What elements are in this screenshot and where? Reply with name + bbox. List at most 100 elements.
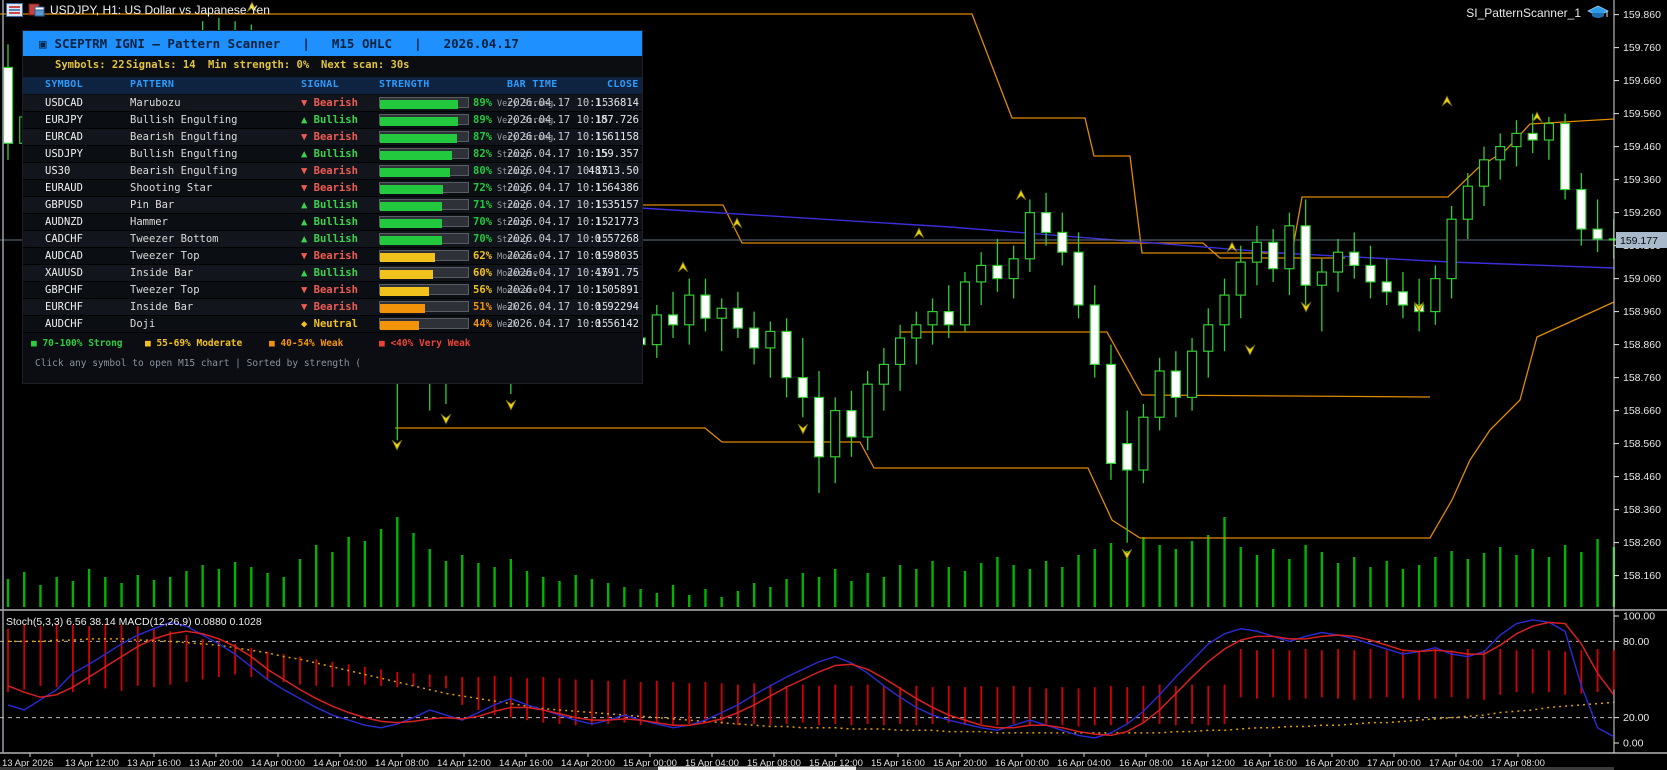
legend-item-0: ■ 70-100% Strong [31,338,123,349]
strength-bar [379,318,469,330]
cell-signal: ▲ Bullish [301,148,358,160]
cell-symbol[interactable]: EURAUD [45,182,83,194]
scanner-row-USDCAD[interactable]: USDCAD Marubozu ▼ Bearish 89% Very Strong 202… [23,95,642,112]
scanner-row-USDJPY[interactable]: USDJPY Bullish Engulfing ▲ Bullish 82% Stron… [23,146,642,163]
sub-axis-tick: 0.00 [1623,738,1644,750]
strength-bar [379,216,469,228]
cell-signal: ▼ Bearish [301,182,358,194]
legend-item-2: ■ 40-54% Weak [269,338,344,349]
cell-pattern: Bearish Engulfing [130,131,238,143]
cell-pattern: Hammer [130,216,168,228]
ohlc-list-icon[interactable] [6,3,23,17]
cell-close: 0.56142 [594,318,639,330]
cell-strength-pct: 70% [473,216,492,228]
pattern-scanner-panel[interactable]: ▣ SCEPTRM IGNI — Pattern Scanner | M15 O… [22,30,643,384]
sub-indicator-label: Stoch(5,3,3) 6.56 38.14 MACD(12,26,9) 0.… [6,616,262,628]
price-tick: 159.460 [1623,141,1661,153]
cell-symbol[interactable]: XAUUSD [45,267,83,279]
scanner-row-AUDNZD[interactable]: AUDNZD Hammer ▲ Bullish 70% Strong 2026.04.17… [23,214,642,231]
strength-legend: ■ 70-100% Strong ■ 55-69% Moderate ■ 40-54… [23,336,642,352]
scanner-row-EURJPY[interactable]: EURJPY Bullish Engulfing ▲ Bullish 89% Very … [23,112,642,129]
cell-pattern: Tweezer Bottom [130,233,219,245]
cell-symbol[interactable]: US30 [45,165,70,177]
stat-min-strength: Min strength: 0% [208,59,310,71]
price-tick: 159.660 [1623,75,1661,87]
cell-symbol[interactable]: CADCHF [45,233,83,245]
chart-title-bar: USDJPY, H1: US Dollar vs Japanese Yen [6,3,270,17]
strength-bar [379,114,469,126]
strength-bar [379,199,469,211]
scanner-row-EURAUD[interactable]: EURAUD Shooting Star ▼ Bearish 72% Strong 202… [23,180,642,197]
chart-window-icon[interactable] [28,3,45,17]
strength-bar [379,165,469,177]
panel-header[interactable]: ▣ SCEPTRM IGNI — Pattern Scanner | M15 O… [23,31,642,56]
scanner-row-CADCHF[interactable]: CADCHF Tweezer Bottom ▲ Bullish 70% Strong 20… [23,231,642,248]
cell-close: 48713.50 [588,165,639,177]
cell-strength-pct: 60% [473,267,492,279]
price-tick: 158.260 [1623,537,1661,549]
legend-item-3: ■ <40% Very Weak [379,338,471,349]
stat-signals: Signals: 14 [126,59,196,71]
cell-signal: ▼ Bearish [301,131,358,143]
panel-icon: ▣ [39,36,47,51]
cell-close: 1.21773 [594,216,639,228]
col-close: CLOSE [607,79,639,90]
cell-signal: ▲ Bullish [301,199,358,211]
cell-close: 4791.75 [594,267,639,279]
cell-strength-pct: 87% [473,131,492,143]
stat-next-scan: Next scan: 30s [321,59,410,71]
graduation-cap-icon[interactable] [1587,5,1609,20]
panel-date: 2026.04.17 [443,36,519,51]
chart-title: USDJPY, H1: US Dollar vs Japanese Yen [50,3,270,17]
price-tick: 158.860 [1623,339,1661,351]
cell-signal: ▲ Bullish [301,267,358,279]
cell-close: 1.61158 [594,131,639,143]
cell-symbol[interactable]: EURJPY [45,114,83,126]
cell-close: 187.726 [594,114,639,126]
cell-strength-pct: 80% [473,165,492,177]
cell-symbol[interactable]: AUDCAD [45,250,83,262]
scanner-row-XAUUSD[interactable]: XAUUSD Inside Bar ▲ Bullish 60% Moderate 2026… [23,265,642,282]
panel-title: SCEPTRM IGNI — Pattern Scanner [54,36,281,51]
price-tick: 159.560 [1623,108,1661,120]
cell-close: 0.57268 [594,233,639,245]
cell-strength-pct: 72% [473,182,492,194]
panel-footer-hint: Click any symbol to open M15 chart | Sor… [35,358,362,369]
cell-symbol[interactable]: AUDCHF [45,318,83,330]
scanner-table-body: USDCAD Marubozu ▼ Bearish 89% Very Strong 202… [23,95,642,333]
col-signal: SIGNAL [301,79,339,90]
strength-bar [379,233,469,245]
strength-bar [379,267,469,279]
cell-symbol[interactable]: EURCHF [45,301,83,313]
cell-pattern: Inside Bar [130,267,194,279]
cell-signal: ◆ Neutral [301,318,358,330]
scanner-row-GBPCHF[interactable]: GBPCHF Tweezer Top ▼ Bearish 56% Moderate 202… [23,282,642,299]
cell-symbol[interactable]: GBPUSD [45,199,83,211]
price-tick: 158.660 [1623,405,1661,417]
stat-symbols: Symbols: 22 [55,59,125,71]
scanner-row-AUDCAD[interactable]: AUDCAD Tweezer Top ▼ Bearish 62% Moderate 202… [23,248,642,265]
cell-pattern: Pin Bar [130,199,175,211]
cell-signal: ▼ Bearish [301,97,358,109]
strength-bar [379,148,469,160]
cell-symbol[interactable]: USDCAD [45,97,83,109]
cell-symbol[interactable]: AUDNZD [45,216,83,228]
scanner-row-US30[interactable]: US30 Bearish Engulfing ▼ Bearish 80% Strong 2… [23,163,642,180]
cell-strength-pct: 62% [473,250,492,262]
cell-symbol[interactable]: EURCAD [45,131,83,143]
cell-strength-pct: 89% [473,97,492,109]
price-tick: 158.960 [1623,306,1661,318]
sub-axis-tick: 100.00 [1623,611,1655,623]
scanner-row-GBPUSD[interactable]: GBPUSD Pin Bar ▲ Bullish 71% Strong 2026.04.1… [23,197,642,214]
cell-symbol[interactable]: USDJPY [45,148,83,160]
price-tick: 159.260 [1623,207,1661,219]
scanner-row-EURCAD[interactable]: EURCAD Bearish Engulfing ▼ Bearish 87% Very … [23,129,642,146]
cell-close: 0.98035 [594,250,639,262]
current-price-box: 159.177 [1620,235,1658,247]
scanner-row-AUDCHF[interactable]: AUDCHF Doji ◆ Neutral 44% Weak 2026.04.17 10:… [23,316,642,333]
cell-symbol[interactable]: GBPCHF [45,284,83,296]
col-strength: STRENGTH [379,79,430,90]
cell-pattern: Doji [130,318,156,330]
scanner-row-EURCHF[interactable]: EURCHF Inside Bar ▼ Bearish 51% Weak 2026.04.… [23,299,642,316]
strength-bar [379,250,469,262]
